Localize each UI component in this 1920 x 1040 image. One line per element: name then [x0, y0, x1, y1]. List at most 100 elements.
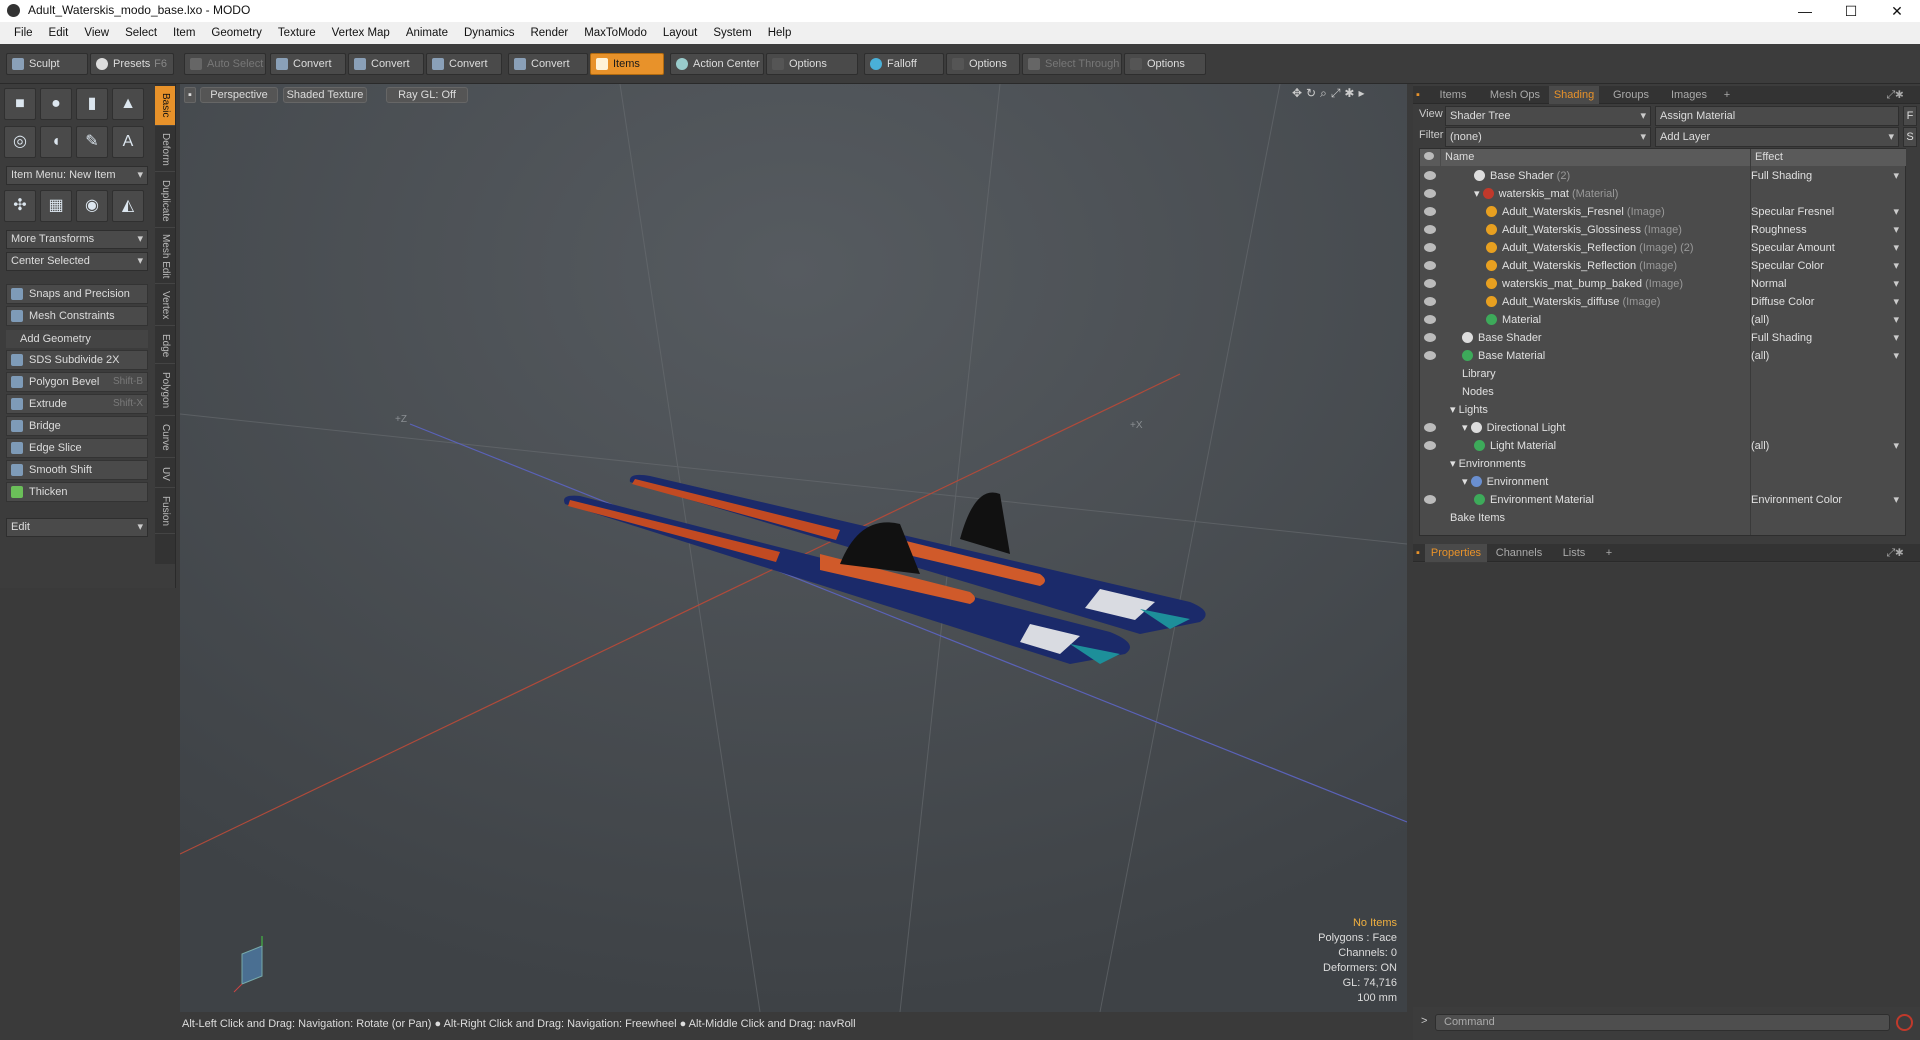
tree-row[interactable]: Adult_Waterskis_diffuse (Image) Diffuse C… [1420, 293, 1907, 311]
assign-material-button[interactable]: Assign Material [1655, 106, 1899, 126]
tool-edge-slice[interactable]: Edge Slice [6, 438, 148, 458]
visibility-eye-icon[interactable] [1424, 261, 1436, 270]
sculpt-button[interactable]: Sculpt [6, 53, 88, 75]
falloff-button[interactable]: Falloff [864, 53, 944, 75]
visibility-eye-icon[interactable] [1424, 441, 1436, 450]
menu-maxtomodo[interactable]: MaxToModo [576, 27, 655, 39]
action-center-options-button[interactable]: Options [766, 53, 858, 75]
tree-row[interactable]: Adult_Waterskis_Fresnel (Image) Specular … [1420, 203, 1907, 221]
add-tab-button[interactable]: + [1717, 86, 1737, 104]
tree-row[interactable]: Adult_Waterskis_Reflection (Image) Specul… [1420, 257, 1907, 275]
tree-row-effect[interactable]: Diffuse Color [1751, 293, 1901, 311]
tree-row-effect[interactable]: (all) [1751, 437, 1901, 455]
tab-lists[interactable]: Lists [1551, 544, 1597, 562]
menu-help[interactable]: Help [760, 27, 800, 39]
cylinder-icon[interactable]: ▮ [76, 88, 108, 120]
close-button[interactable]: ✕ [1874, 0, 1920, 22]
visibility-eye-icon[interactable] [1424, 351, 1436, 360]
falloff-options-button[interactable]: Options [946, 53, 1020, 75]
tab-polygon[interactable]: Polygon [155, 366, 175, 416]
more-transforms-dropdown[interactable]: More Transforms [6, 230, 148, 249]
add-geometry-header[interactable]: Add Geometry [6, 330, 148, 348]
tree-row-effect[interactable]: Normal [1751, 275, 1901, 293]
view-perspective-button[interactable]: Perspective [200, 87, 278, 103]
expand-arrow-icon[interactable]: ▾ [1450, 458, 1459, 470]
tree-row-effect[interactable]: (all) [1751, 347, 1901, 365]
visibility-eye-icon[interactable] [1424, 297, 1436, 306]
expand-arrow-icon[interactable]: ▾ [1450, 404, 1459, 416]
tab-mesh-edit[interactable]: Mesh Edit [155, 230, 175, 284]
tree-row[interactable]: ▾ waterskis_mat (Material) [1420, 185, 1907, 203]
tree-row-effect[interactable]: Roughness [1751, 221, 1901, 239]
tab-mesh-ops[interactable]: Mesh Ops [1483, 86, 1547, 104]
tab-curve[interactable]: Curve [155, 418, 175, 458]
tree-row[interactable]: ▾ Environments [1420, 455, 1907, 473]
transform-icon[interactable]: ✣ [4, 190, 36, 222]
visibility-eye-icon[interactable] [1424, 279, 1436, 288]
globe-icon[interactable]: ◉ [76, 190, 108, 222]
torus-icon[interactable]: ◎ [4, 126, 36, 158]
tree-row[interactable]: Base Shader (2) Full Shading [1420, 167, 1907, 185]
pen-icon[interactable]: ✎ [76, 126, 108, 158]
tree-row[interactable]: Base Material (all) [1420, 347, 1907, 365]
tree-row[interactable]: Nodes [1420, 383, 1907, 401]
menu-edit[interactable]: Edit [41, 27, 77, 39]
menu-view[interactable]: View [76, 27, 117, 39]
item-menu-dropdown[interactable]: Item Menu: New Item [6, 166, 148, 185]
presets-button[interactable]: Presets F6 [90, 53, 174, 75]
cone-icon[interactable]: ▲ [112, 88, 144, 120]
shading-mode-button[interactable]: Shaded Texture [283, 87, 367, 103]
tree-row[interactable]: Material (all) [1420, 311, 1907, 329]
tree-row[interactable]: Adult_Waterskis_Glossiness (Image) Roughn… [1420, 221, 1907, 239]
tree-row[interactable]: Library [1420, 365, 1907, 383]
tree-row-effect[interactable]: Environment Color [1751, 491, 1901, 509]
visibility-eye-icon[interactable] [1424, 495, 1436, 504]
viewport-nav-icons[interactable]: ✥↻⌕⤢✱▸ [1292, 86, 1369, 101]
auto-select-button[interactable]: Auto Select [184, 53, 266, 75]
edit-dropdown[interactable]: Edit [6, 518, 148, 537]
name-column-header[interactable]: Name [1441, 149, 1750, 166]
record-icon[interactable] [1896, 1014, 1913, 1031]
visibility-eye-icon[interactable] [1424, 207, 1436, 216]
expand-arrow-icon[interactable]: ▾ [1462, 476, 1471, 488]
menu-vertex-map[interactable]: Vertex Map [324, 27, 398, 39]
visibility-eye-icon[interactable] [1424, 225, 1436, 234]
convert-button-2[interactable]: Convert [348, 53, 424, 75]
viewport-menu-icon[interactable]: ▪ [184, 87, 196, 103]
tool-polygon-bevel[interactable]: Polygon Bevel Shift-B [6, 372, 148, 392]
tool-sds-subdivide[interactable]: SDS Subdivide 2X [6, 350, 148, 370]
menu-animate[interactable]: Animate [398, 27, 456, 39]
panel-expand-gear-icon[interactable]: ⤢✱ [1875, 86, 1915, 104]
tree-row[interactable]: ▾ Lights [1420, 401, 1907, 419]
tree-row[interactable]: Bake Items [1420, 509, 1907, 527]
view-dropdown[interactable]: Shader Tree [1445, 106, 1651, 126]
tool-smooth-shift[interactable]: Smooth Shift [6, 460, 148, 480]
tab-uv[interactable]: UV [155, 460, 175, 488]
visibility-eye-icon[interactable] [1424, 243, 1436, 252]
mesh-constraints-button[interactable]: Mesh Constraints [6, 306, 148, 326]
tree-row[interactable]: Environment Material Environment Color [1420, 491, 1907, 509]
menu-file[interactable]: File [6, 27, 41, 39]
tool-extrude[interactable]: Extrude Shift-X [6, 394, 148, 414]
visibility-eye-icon[interactable] [1424, 423, 1436, 432]
tab-fusion[interactable]: Fusion [155, 490, 175, 534]
tab-channels[interactable]: Channels [1489, 544, 1549, 562]
tab-vertex[interactable]: Vertex [155, 286, 175, 326]
menu-select[interactable]: Select [117, 27, 165, 39]
tree-row-effect[interactable]: Specular Color [1751, 257, 1901, 275]
expand-arrow-icon[interactable]: ▾ [1474, 188, 1483, 200]
center-selected-dropdown[interactable]: Center Selected [6, 252, 148, 271]
filter-dropdown[interactable]: (none) [1445, 127, 1651, 147]
visibility-eye-icon[interactable] [1424, 189, 1436, 198]
select-options-button[interactable]: Options [1124, 53, 1206, 75]
maximize-button[interactable]: ☐ [1828, 0, 1874, 22]
panel-expand-gear-icon[interactable]: ⤢✱ [1875, 544, 1915, 562]
tree-row-effect[interactable]: Specular Fresnel [1751, 203, 1901, 221]
snaps-precision-button[interactable]: Snaps and Precision [6, 284, 148, 304]
tool-thicken[interactable]: Thicken [6, 482, 148, 502]
3d-viewport[interactable]: +Z +X ▪ Perspective Shaded Texture Ray G… [180, 84, 1407, 1012]
items-mode-button[interactable]: Items [590, 53, 664, 75]
tab-deform[interactable]: Deform [155, 128, 175, 172]
menu-item[interactable]: Item [165, 27, 203, 39]
menu-system[interactable]: System [705, 27, 759, 39]
